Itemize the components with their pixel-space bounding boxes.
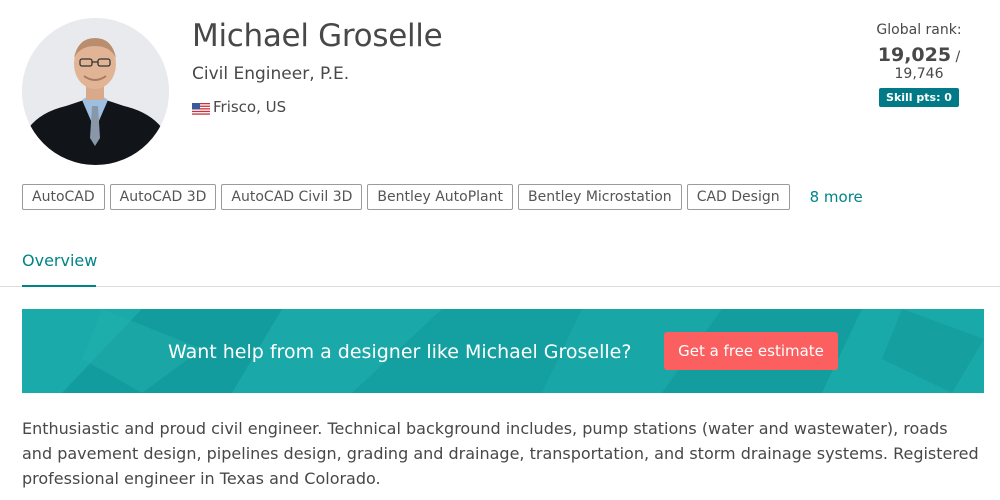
profile-location: Frisco, US — [192, 98, 286, 116]
avatar — [22, 18, 169, 165]
skill-tag[interactable]: AutoCAD 3D — [109, 184, 217, 210]
us-flag-icon — [192, 101, 210, 115]
rank-total: 19,746 — [894, 66, 944, 82]
skill-tag[interactable]: AutoCAD Civil 3D — [221, 184, 363, 210]
skill-tag[interactable]: Bentley AutoPlant — [367, 184, 513, 210]
skill-points-badge: Skill pts: 0 — [879, 88, 959, 107]
cta-banner: Want help from a designer like Michael G… — [22, 309, 984, 393]
rank-current: 19,025 — [877, 44, 952, 66]
skill-tag[interactable]: Bentley Microstation — [518, 184, 682, 210]
get-estimate-button[interactable]: Get a free estimate — [664, 332, 838, 370]
profile-bio: Enthusiastic and proud civil engineer. T… — [22, 419, 979, 488]
profile-name: Michael Groselle — [192, 18, 443, 54]
location-text: Frisco, US — [213, 98, 287, 116]
profile-photo — [22, 18, 169, 165]
skill-tag[interactable]: CAD Design — [686, 184, 790, 210]
rank-separator: / — [951, 49, 961, 65]
cta-text: Want help from a designer like Michael G… — [168, 341, 632, 363]
rank-value: 19,025 / 19,746 — [854, 44, 984, 82]
rank-label: Global rank: — [876, 22, 962, 38]
profile-tabs: Overview — [0, 246, 1000, 287]
skill-tags: AutoCAD AutoCAD 3D AutoCAD Civil 3D Bent… — [22, 184, 863, 210]
tab-overview[interactable]: Overview — [22, 246, 97, 287]
more-skills-link[interactable]: 8 more — [810, 188, 863, 206]
skill-tag[interactable]: AutoCAD — [22, 184, 105, 210]
global-rank: Global rank: 19,025 / 19,746 Skill pts: … — [854, 22, 984, 107]
profile-title: Civil Engineer, P.E. — [192, 64, 350, 84]
